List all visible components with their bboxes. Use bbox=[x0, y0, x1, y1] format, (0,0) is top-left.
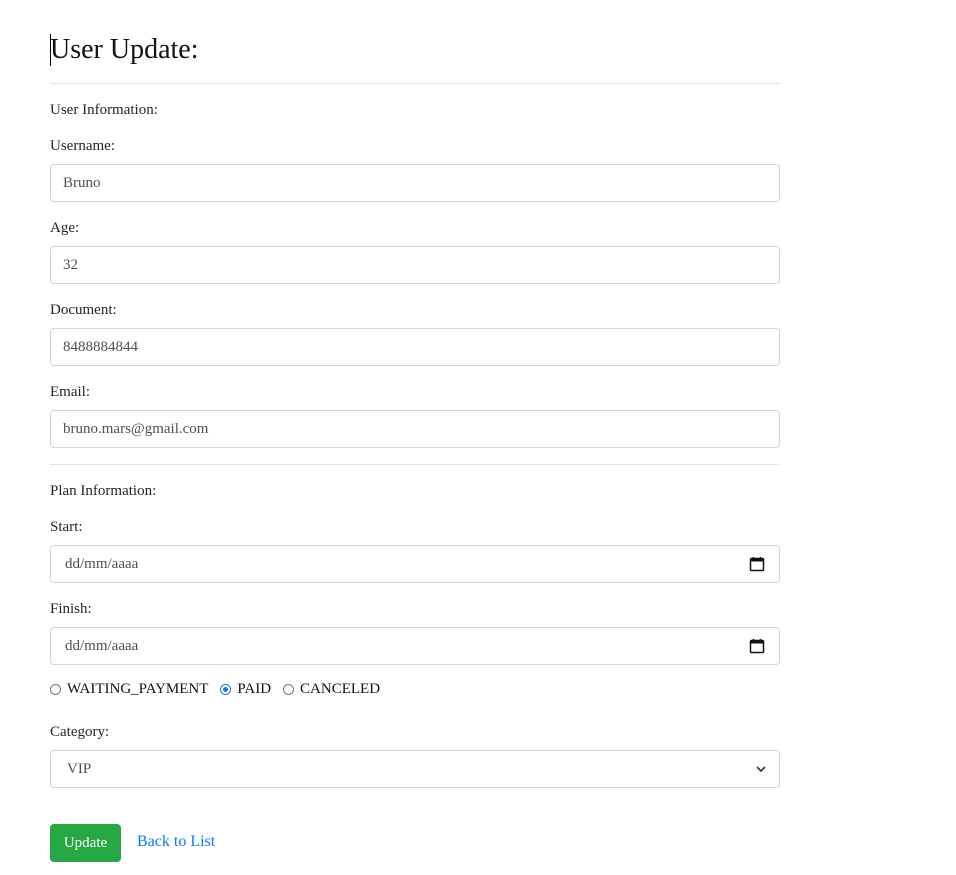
radio-button[interactable] bbox=[283, 684, 295, 695]
chevron-down-icon bbox=[756, 766, 766, 773]
user-section-title: User Information: bbox=[50, 102, 158, 118]
category-select[interactable]: VIP bbox=[50, 750, 780, 788]
back-to-list-link[interactable]: Back to List bbox=[137, 833, 215, 851]
start-date-input[interactable]: dd/mm/aaaa bbox=[50, 545, 780, 583]
page-title: User Update: bbox=[50, 34, 199, 65]
username-label: Username: bbox=[50, 138, 115, 154]
start-label: Start: bbox=[50, 519, 83, 535]
calendar-icon[interactable] bbox=[749, 638, 765, 654]
finish-date-input[interactable]: dd/mm/aaaa bbox=[50, 627, 780, 665]
document-label: Document: bbox=[50, 302, 117, 318]
status-radio-label: WAITING_PAYMENT bbox=[67, 681, 209, 697]
age-input[interactable] bbox=[50, 246, 780, 284]
plan-section-title: Plan Information: bbox=[50, 483, 157, 499]
status-radio-label: PAID bbox=[237, 681, 272, 697]
status-radio-group: WAITING_PAYMENT PAID CANCELED bbox=[50, 681, 392, 698]
update-button[interactable]: Update bbox=[50, 824, 121, 862]
category-label: Category: bbox=[50, 724, 110, 740]
user-update-page: User Update: User Information: Username:… bbox=[0, 0, 956, 875]
status-radio-canceled[interactable]: CANCELED bbox=[283, 681, 380, 698]
age-label: Age: bbox=[50, 220, 80, 236]
divider bbox=[50, 83, 780, 84]
radio-button[interactable] bbox=[50, 684, 61, 695]
finish-date-placeholder: dd/mm/aaaa bbox=[65, 637, 139, 654]
finish-label: Finish: bbox=[50, 601, 92, 617]
start-date-placeholder: dd/mm/aaaa bbox=[65, 555, 139, 572]
calendar-icon[interactable] bbox=[749, 556, 765, 572]
status-radio-paid[interactable]: PAID bbox=[220, 681, 271, 698]
email-label: Email: bbox=[50, 384, 90, 400]
document-input[interactable] bbox=[50, 328, 780, 366]
status-radio-label: CANCELED bbox=[300, 681, 381, 697]
username-input[interactable] bbox=[50, 164, 780, 202]
status-radio-waiting-payment[interactable]: WAITING_PAYMENT bbox=[50, 681, 208, 698]
email-input[interactable] bbox=[50, 410, 780, 448]
radio-button-selected[interactable] bbox=[220, 684, 232, 695]
divider bbox=[50, 464, 780, 465]
category-selected-value: VIP bbox=[67, 760, 92, 777]
